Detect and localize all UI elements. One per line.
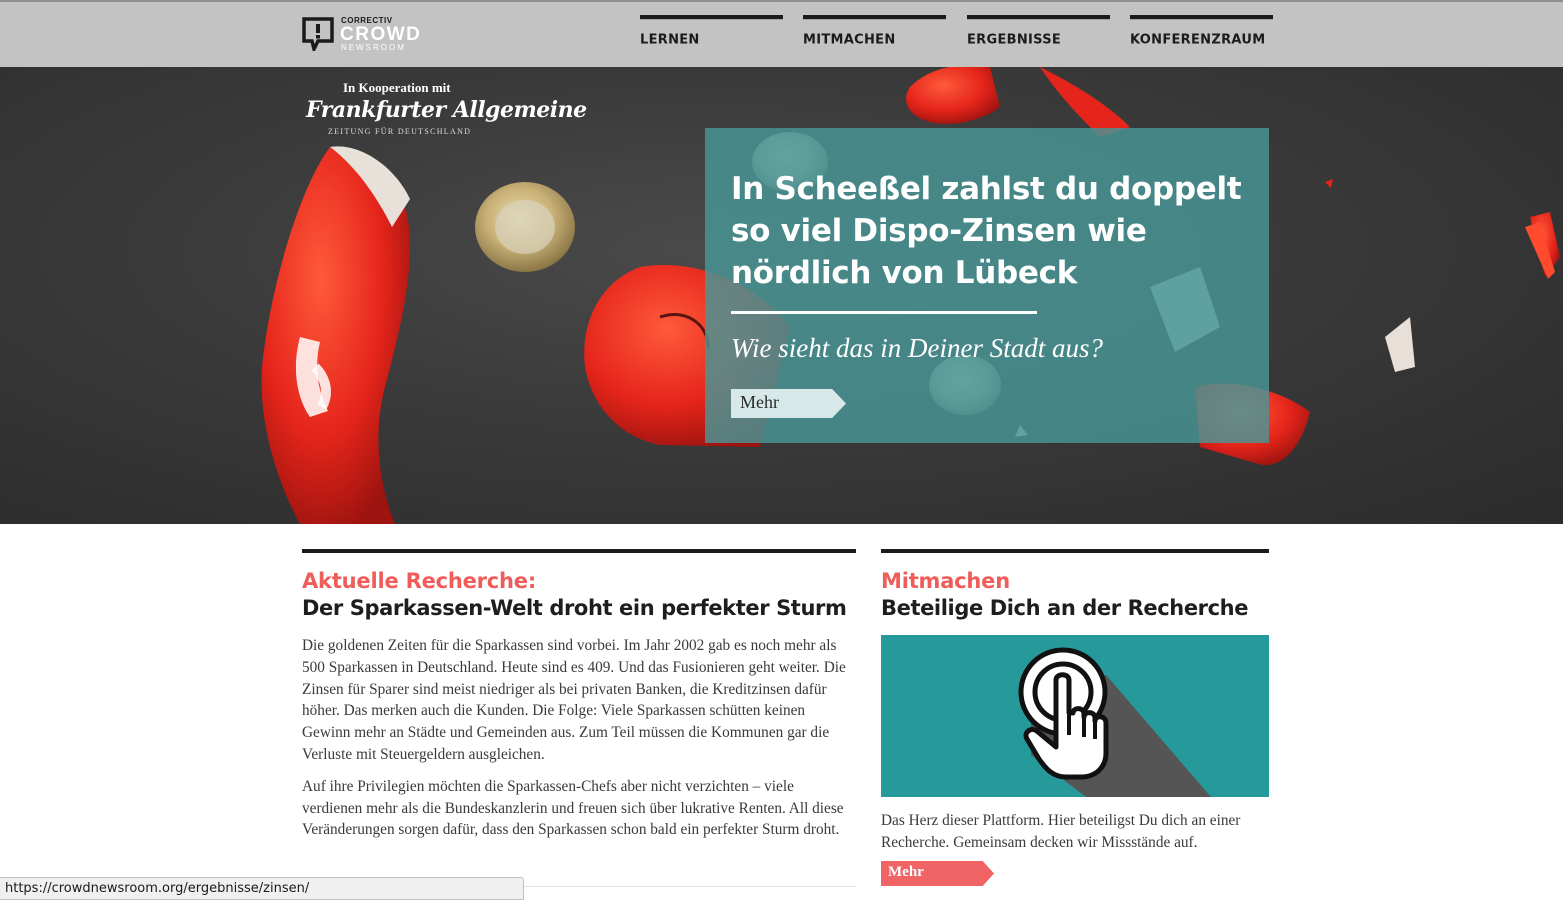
speech-bubble-logo-icon (302, 17, 334, 51)
logo-newsroom-text: NEWSROOM (341, 43, 406, 52)
hero-divider (731, 311, 1037, 314)
browser-status-url: https://crowdnewsroom.org/ergebnisse/zin… (0, 877, 524, 900)
nav-item-mitmachen[interactable]: MITMACHEN (803, 15, 946, 57)
mitmachen-image[interactable] (881, 635, 1269, 797)
hero-subtitle: Wie sieht das in Deiner Stadt aus? (731, 333, 1103, 363)
hero-teaser-box: In Scheeßel zahlst du doppelt so viel Di… (705, 128, 1269, 443)
recherche-headline[interactable]: Der Sparkassen-Welt droht ein perfekter … (302, 596, 856, 620)
top-navigation-bar: CORRECTIV CROWD NEWSROOM LERNEN MITMACHE… (0, 0, 1563, 67)
faz-tagline: ZEITUNG FÜR DEUTSCHLAND (328, 127, 472, 136)
cooperation-label: In Kooperation mit (343, 80, 451, 95)
touch-hand-icon (1018, 647, 1211, 797)
section-rule (302, 549, 856, 553)
nav-item-konferenzraum[interactable]: KONFERENZRAUM (1130, 15, 1273, 57)
hero-more-button[interactable]: Mehr (731, 389, 846, 418)
mitmachen-text: Das Herz dieser Plattform. Hier beteilig… (881, 812, 1241, 851)
faz-logo[interactable]: Frankfurter Allgemeine (306, 97, 587, 123)
mitmachen-more-button[interactable]: Mehr (881, 861, 994, 886)
section-rule (881, 549, 1269, 553)
mitmachen-section: Mitmachen Beteilige Dich an der Recherch… (881, 549, 1269, 886)
recherche-paragraph-1: Die goldenen Zeiten für die Sparkassen s… (302, 637, 846, 763)
recherche-kicker: Aktuelle Recherche: (302, 569, 537, 593)
nav-item-ergebnisse[interactable]: ERGEBNISSE (967, 15, 1110, 57)
recherche-section: Aktuelle Recherche: Der Sparkassen-Welt … (302, 549, 856, 841)
hero-title[interactable]: In Scheeßel zahlst du doppelt so viel Di… (731, 168, 1251, 294)
mitmachen-headline[interactable]: Beteilige Dich an der Recherche (881, 596, 1269, 620)
mitmachen-kicker: Mitmachen (881, 569, 1010, 593)
crowd-newsroom-logo[interactable]: CORRECTIV CROWD NEWSROOM (302, 15, 422, 55)
recherche-paragraph-2: Auf ihre Privilegien möchten die Sparkas… (302, 777, 844, 839)
hero-banner: In Kooperation mit Frankfurter Allgemein… (0, 67, 1563, 524)
nav-item-lernen[interactable]: LERNEN (640, 15, 783, 57)
